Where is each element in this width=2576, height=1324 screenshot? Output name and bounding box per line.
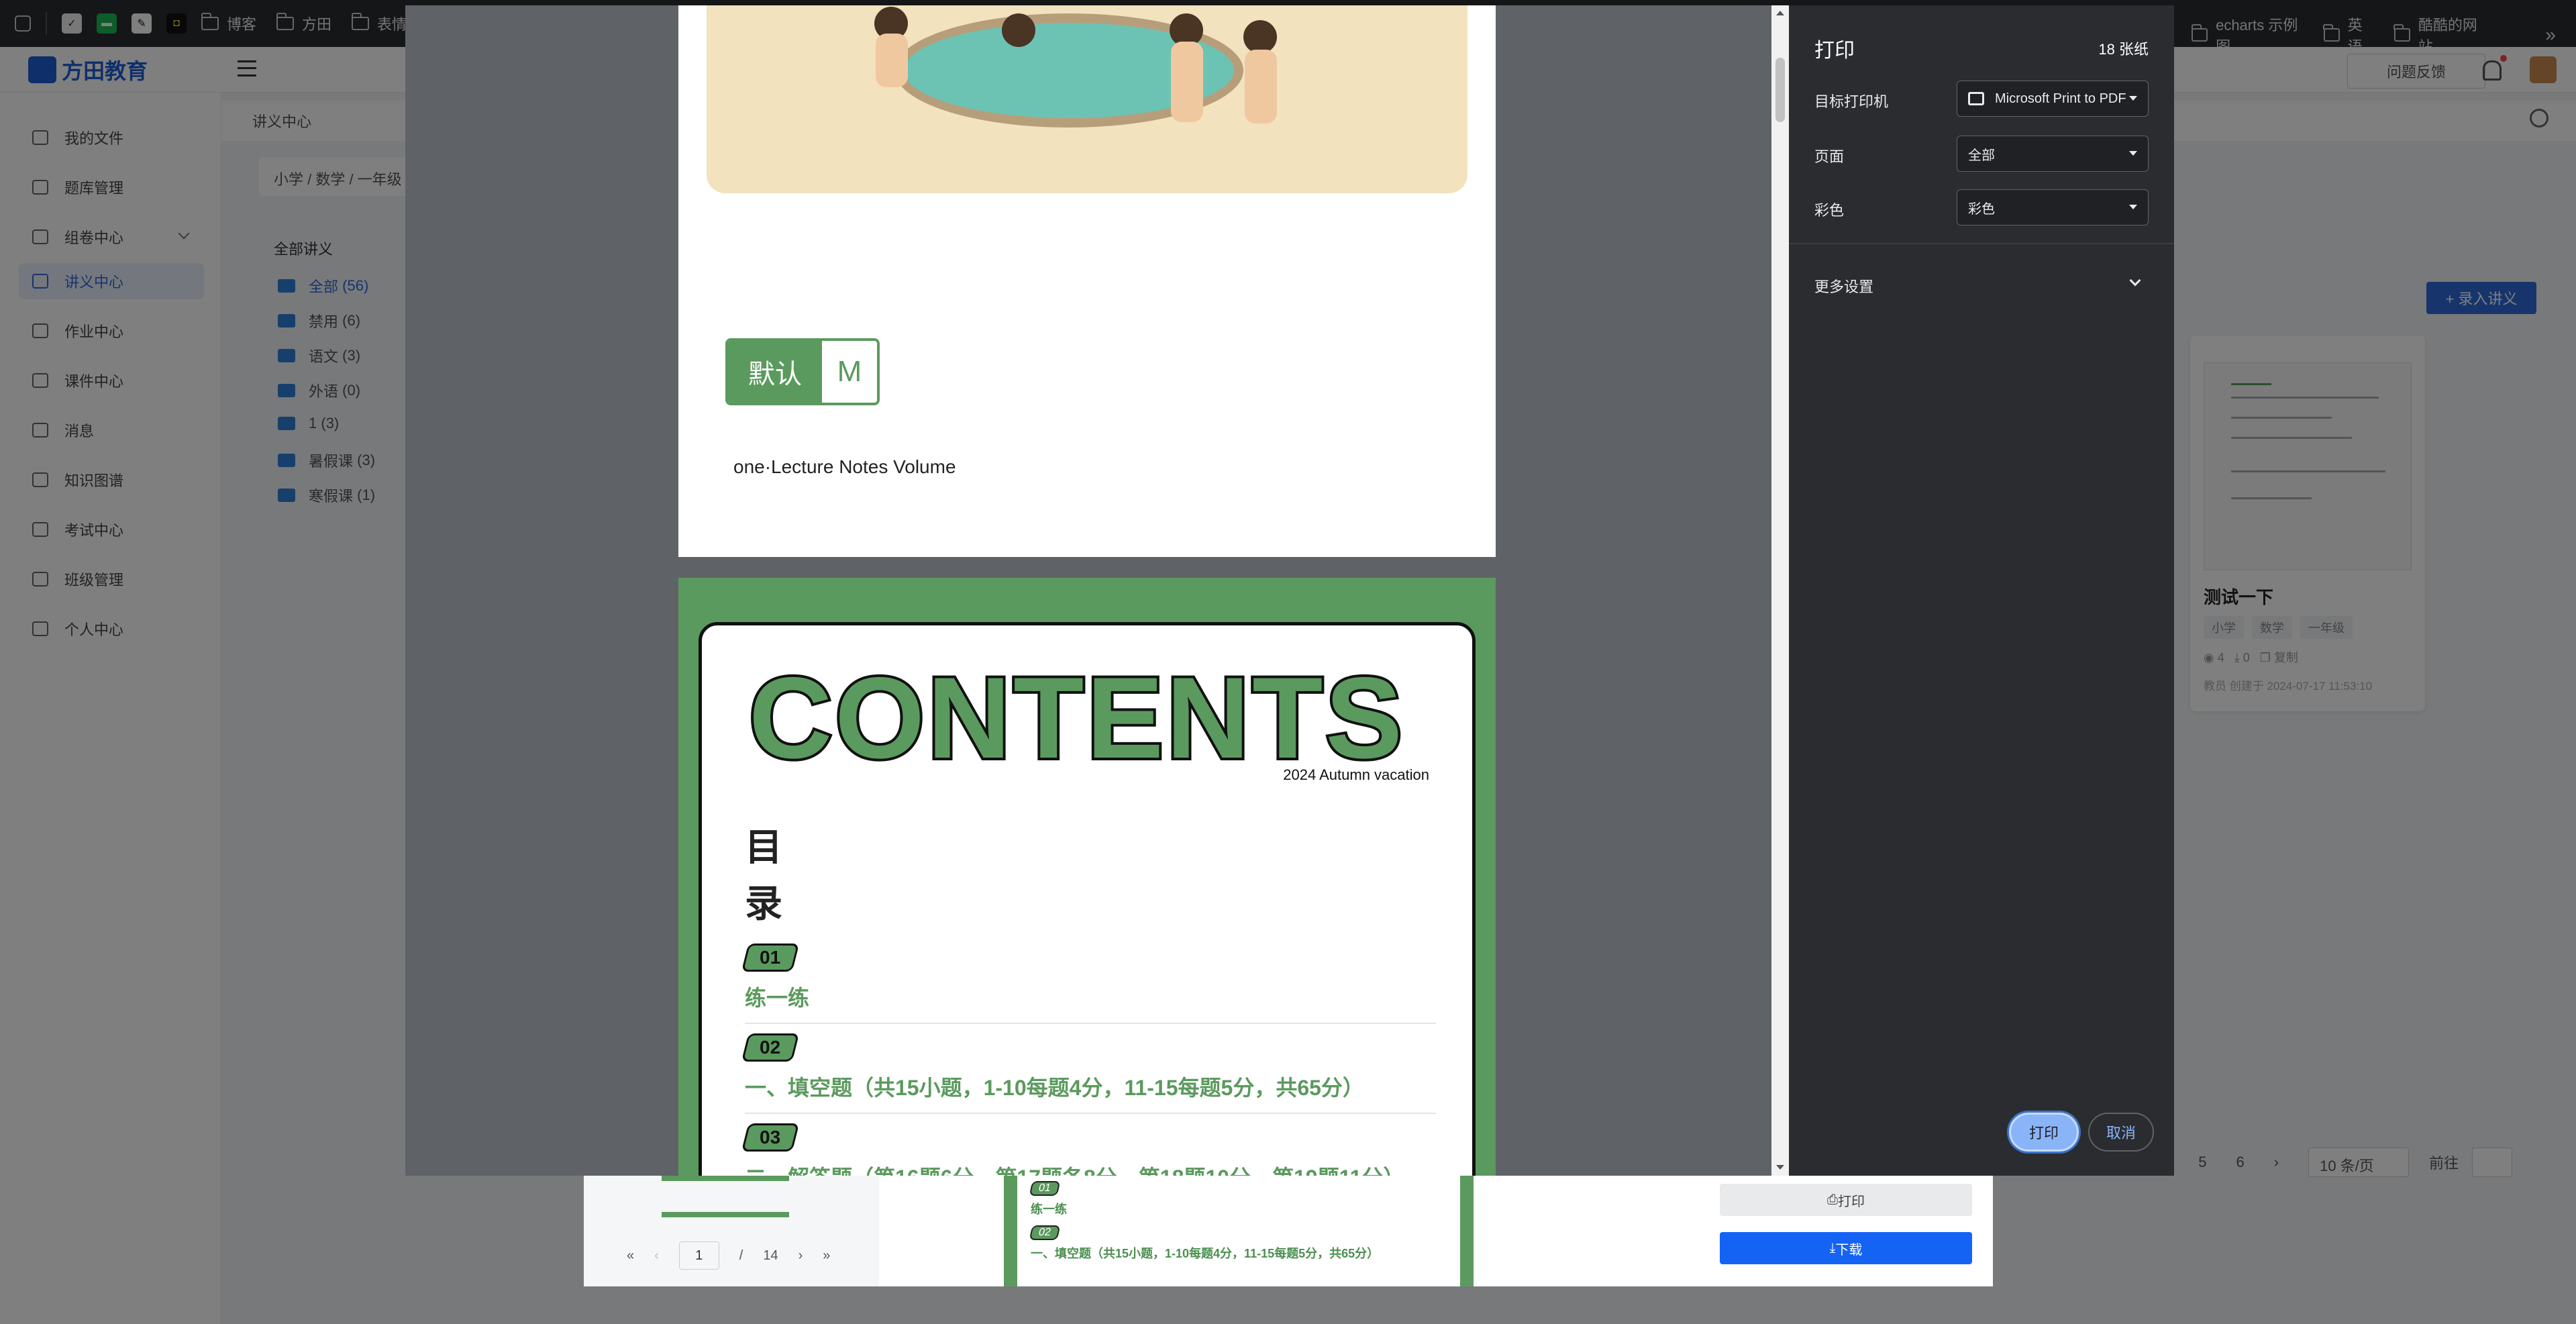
section-badge: 01 [1029, 1181, 1061, 1196]
print-settings-panel: 打印 18 张纸 目标打印机 Microsoft Print to PDF 页面… [1789, 5, 2174, 1176]
preview-page-1: 默认 M one·Lecture Notes Volume [678, 5, 1496, 557]
scroll-down-icon[interactable] [1776, 1165, 1784, 1170]
sheet-count: 18 张纸 [2098, 41, 2149, 58]
contents-subtitle: 2024 Autumn vacation [1283, 766, 1429, 783]
printer-icon [1968, 92, 1984, 105]
scroll-up-icon[interactable] [1776, 11, 1784, 15]
illustration-kid [1245, 50, 1277, 123]
color-label: 彩色 [1814, 202, 1845, 219]
chevron-down-icon[interactable] [2129, 274, 2141, 287]
section-divider [745, 1023, 1436, 1024]
first-page-button[interactable]: « [627, 1248, 634, 1264]
next-page-button[interactable]: › [798, 1248, 803, 1264]
template-badge: 默认 M [725, 338, 880, 405]
last-page-button[interactable]: » [823, 1248, 830, 1264]
thumbnail-bar [662, 1212, 789, 1217]
printer-select[interactable]: Microsoft Print to PDF [1957, 81, 2149, 117]
chevron-down-icon [2129, 96, 2137, 101]
illustration-kid [1243, 20, 1277, 54]
prev-page-button[interactable]: ‹ [654, 1248, 659, 1264]
page-slash: / [739, 1247, 743, 1263]
section-title: 一、填空题（共15小题，1-10每题4分，11-15每题5分，共65分） [1031, 1247, 1380, 1260]
preview-document: 01 练一练 02 一、填空题（共15小题，1-10每题4分，11-15每题5分… [1004, 1176, 1474, 1286]
section-badge: 03 [741, 1123, 800, 1152]
section-title: 二、解答题（第16题6分，第17题各8分，第18题10分，第19题11分） [745, 1161, 1404, 1176]
preview-page: 01 练一练 02 一、填空题（共15小题，1-10每题4分，11-15每题5分… [1017, 1176, 1460, 1286]
print-preview-area[interactable]: 默认 M one·Lecture Notes Volume CONTENTS 2… [405, 5, 1771, 1176]
illustration-kid [1002, 13, 1035, 47]
illustration-kid [876, 34, 908, 87]
badge-right: M [822, 341, 877, 403]
settings-divider [1789, 243, 2174, 244]
chevron-down-icon [2129, 205, 2137, 209]
section-title: 练一练 [745, 986, 810, 1010]
printer-icon: ⎙ [1827, 1192, 1838, 1207]
scrollbar-thumb[interactable] [1775, 58, 1785, 122]
pages-label: 页面 [1814, 148, 1845, 165]
more-settings-toggle[interactable]: 更多设置 [1814, 275, 1873, 297]
contents-frame: CONTENTS 2024 Autumn vacation 目 录 01 练一练… [699, 622, 1476, 1176]
preview-print-button[interactable]: ⎙ 打印 [1720, 1184, 1972, 1216]
preview-pager: « ‹ 1 / 14 › » [627, 1240, 830, 1271]
preview-download-button[interactable]: ⤓ 下载 [1720, 1232, 1972, 1264]
contents-heading: 目 [745, 826, 782, 868]
cover-subtitle: one·Lecture Notes Volume [733, 456, 956, 477]
print-dialog: 默认 M one·Lecture Notes Volume CONTENTS 2… [405, 5, 2174, 1176]
contents-heading: 录 [745, 882, 782, 925]
section-badge: 01 [741, 944, 800, 972]
section-title: 练一练 [1031, 1203, 1067, 1216]
section-badge: 02 [741, 1033, 800, 1062]
print-button[interactable]: 打印 [2009, 1113, 2079, 1152]
section-title: 一、填空题（共15小题，1-10每题4分，11-15每题5分，共65分） [745, 1076, 1364, 1100]
download-icon: ⤓ [1829, 1240, 1836, 1256]
print-title: 打印 [1814, 40, 1855, 62]
section-divider [745, 1113, 1436, 1114]
pages-select[interactable]: 全部 [1957, 136, 2149, 172]
cancel-button[interactable]: 取消 [2088, 1113, 2154, 1152]
total-pages: 14 [763, 1247, 778, 1263]
illustration-kid [1171, 42, 1203, 122]
badge-left: 默认 [728, 341, 822, 403]
contents-title: CONTENTS [746, 654, 1405, 782]
page-input[interactable]: 1 [678, 1241, 719, 1270]
preview-dialog: 01 练一练 02 一、填空题（共15小题，1-10每题4分，11-15每题5分… [584, 1176, 1993, 1286]
section-badge: 02 [1029, 1225, 1061, 1240]
chevron-down-icon [2129, 151, 2137, 156]
thumbnail-bar [662, 1176, 789, 1181]
preview-scrollbar[interactable] [1771, 5, 1789, 1176]
preview-page-2: CONTENTS 2024 Autumn vacation 目 录 01 练一练… [678, 578, 1496, 1176]
printer-label: 目标打印机 [1814, 93, 1889, 110]
cover-illustration [707, 5, 1467, 193]
color-select[interactable]: 彩色 [1957, 189, 2149, 225]
